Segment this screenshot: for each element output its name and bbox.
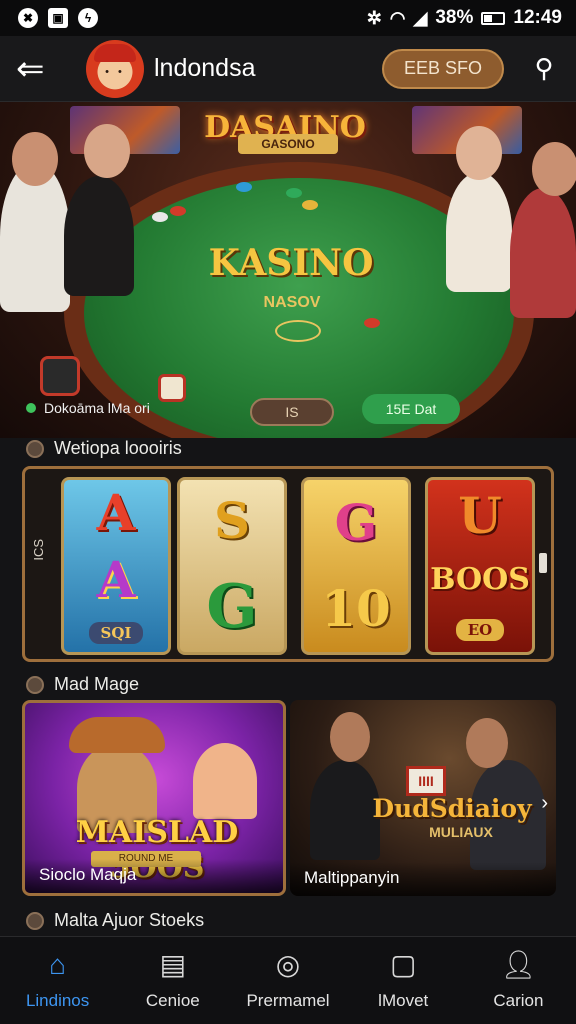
nav-item-account[interactable]: 👤︎ Carion [461, 937, 576, 1024]
person-icon: 👤︎ [500, 948, 537, 980]
nav-label: Carion [493, 990, 544, 1010]
signal-icon: ◢ [413, 7, 428, 28]
chip [302, 200, 318, 210]
felt-title: KASINO [208, 242, 374, 284]
reel-footer: SQI [88, 621, 144, 644]
chip [364, 318, 380, 328]
live-dot-icon [26, 403, 36, 413]
nav-item-promo[interactable]: ◎ Prermamel [230, 937, 345, 1024]
hero-sign-subtitle: GASONO [238, 134, 338, 154]
reel-symbol: G [334, 493, 378, 552]
card-caption: Sioclo Maqja [25, 859, 283, 893]
slot-side-label: ICS [31, 539, 46, 561]
app-title: lndondsa [154, 54, 256, 82]
app-badge-icon: ✖ [18, 8, 38, 28]
back-arrow-icon[interactable]: ⇐ [16, 52, 64, 86]
character-head [330, 712, 370, 762]
section-dot-icon [26, 911, 44, 930]
gallery-icon: ▣ [48, 8, 68, 28]
clock: 12:49 [513, 7, 562, 28]
status-left-icons: ✖ ▣ ϟ [18, 8, 98, 28]
hero-pill-button[interactable]: 15E Dat [362, 394, 460, 424]
chevron-right-icon[interactable]: › [541, 792, 548, 815]
game-card[interactable]: MAISLAD 5OOS ROUND ME Sioclo Maqja [22, 700, 286, 896]
player-head [456, 126, 502, 180]
player-head [12, 132, 58, 186]
section-title: Wetiopa loooiris [54, 438, 182, 458]
reel-symbol: A [96, 483, 136, 543]
nfc-icon: ✲ [366, 7, 382, 28]
home-icon: ⌂ [49, 948, 67, 980]
slot-reel: U BOOS EO [425, 477, 535, 655]
hero-badge: IS [250, 398, 334, 426]
reel-symbol: G [206, 571, 258, 642]
character-head [466, 718, 508, 768]
section-header-more: Malta Ajuor Stoeks [26, 910, 204, 931]
chip [236, 182, 252, 192]
slot-reel: A A SQI [61, 477, 171, 655]
square-frame-icon: ▢ [389, 948, 417, 980]
messenger-icon: ϟ [78, 8, 98, 28]
reel-symbol: 10 [321, 579, 391, 638]
player-figure [510, 188, 576, 318]
battery-icon [481, 11, 506, 25]
app-logo [86, 39, 144, 98]
section-title: Malta Ajuor Stoeks [54, 910, 205, 930]
hero-banner[interactable]: DASAINO GASONO KASINO NASOV Dokoāma lMa … [0, 102, 576, 438]
status-right: ✲ ◠ ◢ 38% 12:49 [367, 7, 562, 29]
slot-reel: G 10 [301, 477, 411, 655]
slot-scroll-handle[interactable] [539, 553, 547, 573]
target-icon: ◎ [275, 948, 301, 980]
character-art [193, 743, 257, 819]
nav-item-casino[interactable]: ▤ Cenioe [115, 937, 230, 1024]
nav-label: Cenioe [145, 990, 200, 1010]
chip-stack [40, 356, 80, 396]
slot-reel: S G [177, 477, 287, 655]
document-icon: ▤ [159, 948, 187, 980]
player-head [84, 124, 130, 178]
chip [286, 188, 302, 198]
game-card[interactable]: IIII DudSdiaioy MULIAUX › Maltippanyin [290, 700, 556, 896]
hero-footer: Dokoāma lMa ori [26, 400, 150, 416]
player-figure [64, 176, 134, 296]
reel-symbol: U [458, 485, 502, 545]
nav-item-home[interactable]: ⌂ Lindinos [0, 937, 115, 1024]
hat-art [69, 717, 165, 753]
reel-footer: EO [455, 619, 505, 642]
felt-subtitle: NASOV [263, 294, 321, 311]
nav-label: Lindinos [25, 990, 90, 1010]
card-art-title: DudSdiaioy [372, 794, 532, 823]
nav-label: lMovet [378, 990, 429, 1010]
nav-item-wallet[interactable]: ▢ lMovet [346, 937, 461, 1024]
felt-ring [275, 320, 321, 342]
nav-label: Prermamel [246, 990, 330, 1010]
section-title: Mad Mage [54, 674, 140, 694]
card-sign: IIII [406, 766, 446, 796]
section-header-mad: Mad Mage [26, 674, 139, 695]
slot-machine-panel[interactable]: ICS A A SQI S G G 10 U BOOS EO [22, 466, 554, 662]
app-bar: ⇐ lndondsa EEB SFO ⚲ [0, 36, 576, 102]
reel-symbol: S [213, 490, 251, 550]
player-head [532, 142, 576, 196]
hero-footer-text: Dokoāma lMa ori [44, 400, 150, 416]
reel-symbol: A [96, 549, 136, 609]
deposit-button[interactable]: EEB SFO [381, 48, 504, 89]
section-dot-icon [26, 439, 44, 458]
search-icon[interactable]: ⚲ [528, 53, 560, 84]
wifi-icon: ◠ [389, 7, 406, 28]
card-caption: Maltippanyin [290, 862, 556, 896]
player-figure [446, 172, 512, 292]
status-bar: ✖ ▣ ϟ ✲ ◠ ◢ 38% 12:49 [0, 0, 576, 36]
battery-percent: 38% [435, 7, 474, 28]
section-header-slots: Wetiopa loooiris [26, 438, 182, 459]
reel-banner: BOOS [430, 562, 530, 598]
chip-stack [158, 374, 186, 402]
chip [170, 206, 186, 216]
card-art-subtitle: MULIAUX [429, 824, 493, 840]
bottom-nav: ⌂ Lindinos ▤ Cenioe ◎ Prermamel ▢ lMovet… [0, 936, 576, 1024]
section-dot-icon [26, 675, 44, 694]
chip [152, 212, 168, 222]
